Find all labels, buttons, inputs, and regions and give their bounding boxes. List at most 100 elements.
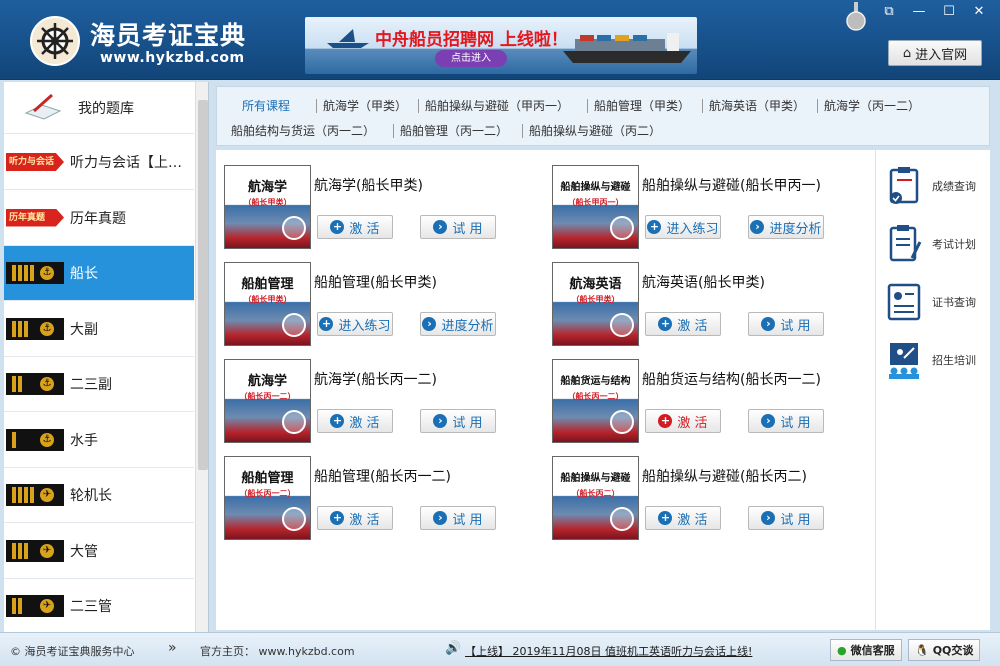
course-cover[interactable]: 船舶管理 （船长丙一二） [224,456,311,540]
trial-button[interactable]: › 试 用 [420,409,496,433]
course-tabs: 所有课程 航海学（甲类） 船舶操纵与避碰（甲丙一） 船舶管理（甲类） 航海英语（甲类） 航… [216,86,990,146]
sidebar-item[interactable]: ✈ 二三管 [4,579,194,632]
status-bar: © 海员考证宝典服务中心 » 官方主页： www.hykzbd.com 🔊 【上… [0,632,1000,666]
tag-badge-text: 听力与会话 [6,153,64,171]
button-label: 试 用 [780,512,811,528]
notice-link[interactable]: 【上线】 2019年11月08日 值班机工英语听力与会话上线! [465,643,752,659]
activate-button[interactable]: + 激 活 [645,312,721,336]
sidebar-scroll-thumb[interactable] [198,100,208,470]
plus-circle-icon: + [658,511,673,525]
course-title: 船舶管理(船长甲类) [314,275,437,291]
restore-icon[interactable]: ⧉ [876,3,902,21]
sidebar-item[interactable]: ✈ 轮机长 [4,468,194,523]
maximize-button[interactable]: ☐ [936,3,962,21]
certificate-query-item[interactable]: 证书查询 [886,278,986,326]
progress-analysis-button[interactable]: › 进度分析 [420,312,496,336]
sidebar-item[interactable]: ✈ 大管 [4,523,194,579]
course-cover[interactable]: 船舶操纵与避碰 （船长丙二） [552,456,639,540]
plus-circle-icon: + [647,220,662,234]
course-cover[interactable]: 船舶管理 （船长甲类） [224,262,311,346]
course-tab[interactable]: 船舶管理（丙一二） [400,122,508,139]
score-query-item[interactable]: 成绩查询 [886,162,986,210]
cargo-ship-icon [563,33,691,63]
course-title: 船舶货运与结构(船长丙一二) [642,372,821,388]
sidebar-item[interactable]: ⚓ 水手 [4,412,194,468]
my-question-bank[interactable]: 我的题库 [4,82,194,134]
sidebar-item[interactable]: ⚓ 船长 [4,246,194,301]
cover-subtitle: （船长丙一二） [239,392,296,401]
sidebar-item[interactable]: 历年真题 历年真题 [4,190,194,246]
minimize-button[interactable]: — [906,3,932,21]
course-tab[interactable]: 船舶操纵与避碰（甲丙一） [425,97,569,114]
score-query-label: 成绩查询 [932,180,976,193]
plus-circle-icon: + [319,317,334,331]
course-tab[interactable]: 船舶结构与货运（丙一二） [231,122,375,139]
sidebar-scrollbar[interactable] [195,82,208,632]
qq-label: QQ交谈 [932,644,974,657]
wechat-service-button[interactable]: ● 微信客服 [830,639,902,661]
arrow-circle-icon: › [761,317,776,331]
course-cover[interactable]: 航海学 （船长甲类） [224,165,311,249]
tab-separator [393,124,394,138]
expand-chevron-icon[interactable]: » [168,640,177,656]
lifebuoy-icon [610,216,634,240]
course-title: 航海学(船长丙一二) [314,372,437,388]
close-button[interactable]: ✕ [966,3,992,21]
medal-icon[interactable] [845,2,867,32]
exam-plan-label: 考试计划 [932,238,976,251]
trial-button[interactable]: › 试 用 [420,506,496,530]
activate-button[interactable]: + 激 活 [645,506,721,530]
course-tab[interactable]: 航海学（丙一二） [824,97,920,114]
button-label: 激 活 [349,512,380,528]
cover-subtitle: （船长甲类） [243,198,292,207]
sidebar-item[interactable]: ⚓ 二三副 [4,357,194,412]
activate-button[interactable]: + 激 活 [645,409,721,433]
recruitment-banner[interactable]: 中舟船员招聘网 上线啦！ 点击进入 [305,17,697,74]
wechat-icon: ● [837,643,847,657]
qq-icon: 🐧 [915,643,929,657]
trial-button[interactable]: › 试 用 [420,215,496,239]
window-controls: ⧉ — ☐ ✕ [876,3,992,21]
sidebar-item[interactable]: ⚓ 大副 [4,301,194,357]
progress-analysis-button[interactable]: › 进度分析 [748,215,824,239]
cover-subtitle: （船长甲丙一） [567,198,624,207]
button-label: 进入练习 [666,221,719,237]
enter-practice-button[interactable]: + 进入练习 [317,312,393,336]
course-grid: 航海学 （船长甲类） 航海学(船长甲类) + 激 活 › 试 用船舶操纵与避碰 （船长甲丙一）… [216,150,876,630]
training-item[interactable]: 招生培训 [886,336,986,384]
exam-plan-item[interactable]: 考试计划 [886,220,986,268]
course-tab[interactable]: 航海学（甲类） [323,97,407,114]
activate-button[interactable]: + 激 活 [317,215,393,239]
banner-enter-button[interactable]: 点击进入 [435,50,507,67]
course-cover[interactable]: 船舶操纵与避碰 （船长甲丙一） [552,165,639,249]
course-card: 船舶管理 （船长丙一二） 船舶管理(船长丙一二) + 激 活 › 试 用 [216,441,516,540]
trial-button[interactable]: › 试 用 [748,409,824,433]
trial-button[interactable]: › 试 用 [748,312,824,336]
course-tab[interactable]: 所有课程 [242,97,290,114]
cover-title: 航海学 [247,374,287,389]
lifebuoy-icon [282,313,306,337]
enter-website-button[interactable]: ⌂ 进入官网 [888,40,982,66]
homepage-text[interactable]: 官方主页： www.hykzbd.com [200,643,355,659]
plus-circle-icon: + [658,317,673,331]
enter-practice-button[interactable]: + 进入练习 [645,215,721,239]
trial-button[interactable]: › 试 用 [748,506,824,530]
course-card: 航海英语 （船长甲类） 航海英语(船长甲类) + 激 活 › 试 用 [544,247,844,346]
lifebuoy-icon [610,313,634,337]
course-cover[interactable]: 船舶货运与结构 （船长丙一二） [552,359,639,443]
wechat-label: 微信客服 [850,644,895,657]
course-tab[interactable]: 船舶操纵与避碰（丙二） [529,122,661,139]
sidebar-item-label: 历年真题 [70,210,126,227]
qq-chat-button[interactable]: 🐧 QQ交谈 [908,639,981,661]
sidebar-item[interactable]: 听力与会话 听力与会话【上… [4,135,194,190]
course-tab[interactable]: 船舶管理（甲类） [594,97,690,114]
banner-text: 中舟船员招聘网 上线啦！ [375,30,568,50]
button-label: 激 活 [677,415,708,431]
course-cover[interactable]: 航海学 （船长丙一二） [224,359,311,443]
activate-button[interactable]: + 激 活 [317,506,393,530]
activate-button[interactable]: + 激 活 [317,409,393,433]
course-tab[interactable]: 航海英语（甲类） [709,97,805,114]
arrow-circle-icon: › [433,414,448,428]
course-cover[interactable]: 航海英语 （船长甲类） [552,262,639,346]
cover-title: 航海学 [247,180,287,195]
